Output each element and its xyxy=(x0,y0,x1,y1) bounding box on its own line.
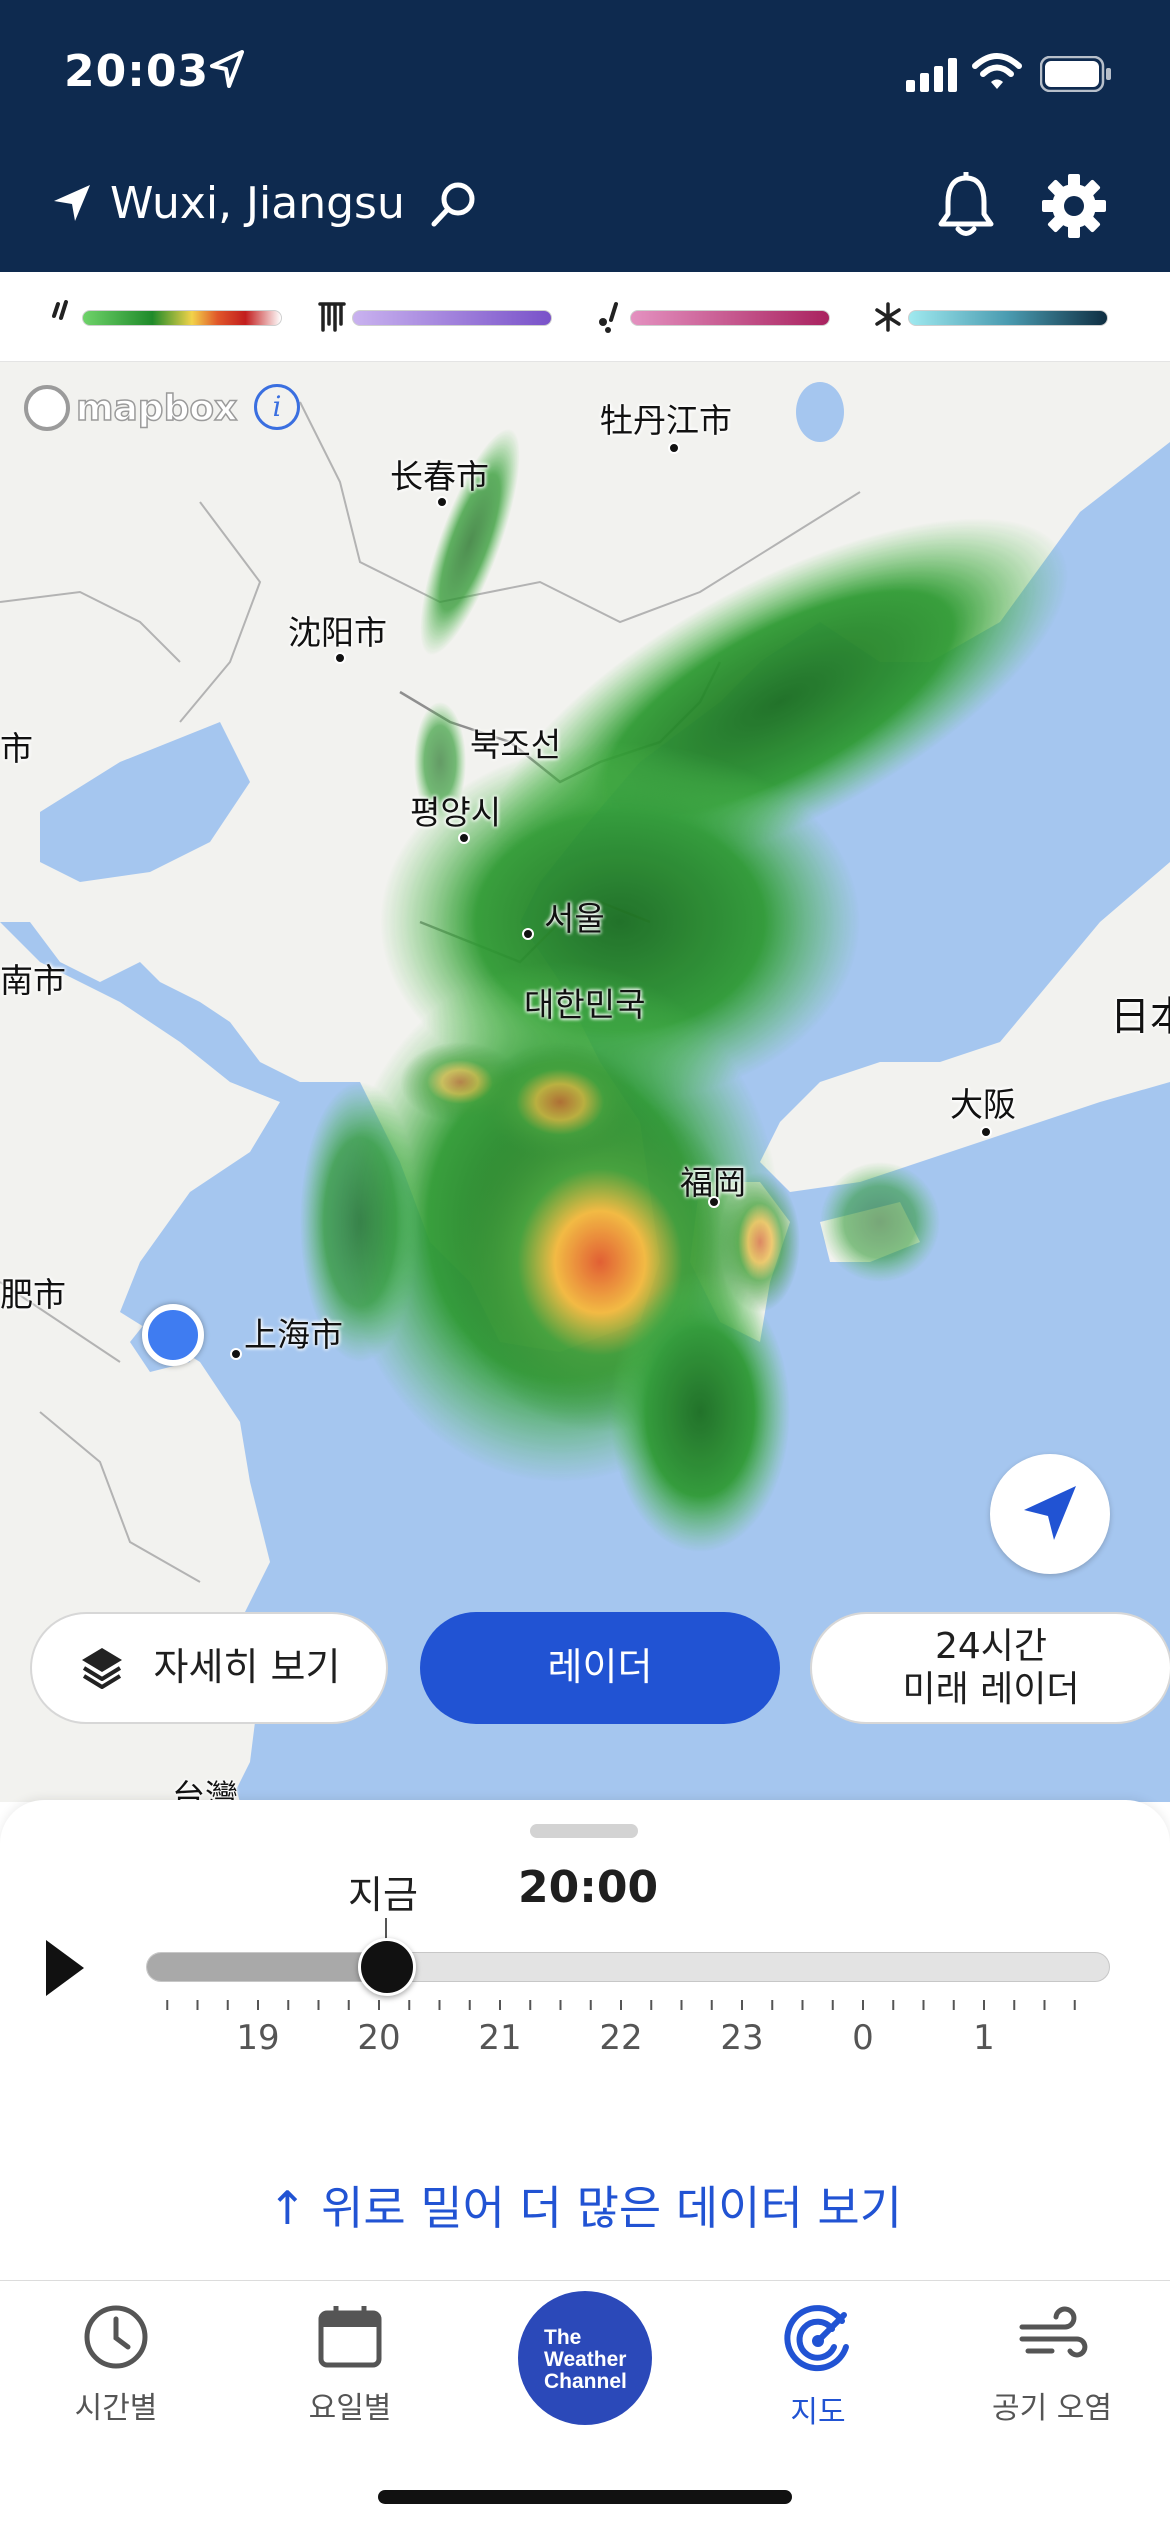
city-dot xyxy=(334,652,346,664)
radar-button-label: 레이더 xyxy=(547,1645,653,1690)
timeline-hour-label: 1 xyxy=(973,2018,995,2058)
navigation-arrow-icon xyxy=(1024,1486,1076,1540)
future-radar-label-line1: 24시간 xyxy=(934,1625,1048,1667)
radar-button[interactable]: 레이더 xyxy=(420,1612,780,1724)
map-label-mudanjiang: 牡丹江市 xyxy=(600,401,732,440)
details-button[interactable]: 자세히 보기 xyxy=(30,1612,388,1724)
map-label-taiwan: 台灣 xyxy=(172,1777,238,1802)
city-dot xyxy=(230,1348,242,1360)
tab-daily-label: 요일별 xyxy=(308,2391,392,2426)
notifications-bell-icon[interactable] xyxy=(936,172,996,238)
timeline-slider-thumb[interactable] xyxy=(358,1938,416,1996)
tab-air-quality[interactable]: 공기 오염 xyxy=(962,2303,1142,2427)
radar-map[interactable]: mapbox i 牡丹江市 长春市 沈阳市 市 북조선 평양시 서울 南市 대한… xyxy=(0,362,1170,1802)
map-label-pyongyang: 평양시 xyxy=(410,793,502,832)
wifi-icon xyxy=(972,53,1022,89)
future-radar-label-line2: 미래 레이더 xyxy=(902,1669,1080,1710)
now-label: 지금 xyxy=(348,1873,418,1917)
tab-air-quality-label: 공기 오염 xyxy=(992,2391,1112,2426)
tab-map[interactable]: 지도 xyxy=(728,2303,908,2431)
sleet-gradient-bar xyxy=(630,310,830,326)
map-label-south-korea: 대한민국 xyxy=(524,985,646,1024)
rain-gradient-bar xyxy=(82,310,282,326)
map-label-north-korea: 북조선 xyxy=(470,725,562,764)
map-label-hefei: 肥市 xyxy=(0,1275,66,1314)
timeline-ticks xyxy=(166,2000,1076,2010)
play-icon[interactable] xyxy=(44,1938,86,1998)
snow-icon xyxy=(875,302,901,332)
map-label-changchun: 长春市 xyxy=(390,457,489,496)
sheet-drag-handle[interactable] xyxy=(530,1824,638,1838)
city-dot xyxy=(668,442,680,454)
tab-daily[interactable]: 요일별 xyxy=(260,2303,440,2427)
timeline-hour-label: 0 xyxy=(852,2018,874,2058)
logo-line-3: Channel xyxy=(544,2370,627,2393)
snow-gradient-bar xyxy=(908,310,1108,326)
mapbox-logo-mark xyxy=(24,385,70,431)
mapbox-logo[interactable]: mapbox xyxy=(24,382,238,434)
city-dot xyxy=(708,1196,720,1208)
map-info-icon[interactable]: i xyxy=(254,384,300,430)
map-label-tianjin: 市 xyxy=(0,729,33,768)
current-location-dot xyxy=(142,1304,204,1366)
map-label-osaka: 大阪 xyxy=(950,1085,1016,1124)
battery-icon xyxy=(1040,56,1111,92)
settings-gear-icon[interactable] xyxy=(1042,174,1106,238)
sleet-icon xyxy=(599,302,618,333)
city-dot xyxy=(458,832,470,844)
timeline-hour-label: 20 xyxy=(357,2018,401,2058)
top-header: 20:03 Wuxi, Jiangsu xyxy=(0,0,1170,272)
clock-icon xyxy=(84,2305,148,2369)
weather-channel-logo[interactable]: The Weather Channel xyxy=(518,2291,652,2425)
timeline-sheet: 지금 20:00 19 20 21 22 23 0 1 ↑ 위로 밀어 더 많은 데이터 보… xyxy=(0,1800,1170,2280)
wind-icon xyxy=(1019,2306,1088,2358)
tab-map-label: 지도 xyxy=(790,2395,846,2430)
swipe-up-more-data-link[interactable]: ↑ 위로 밀어 더 많은 데이터 보기 xyxy=(0,2172,1170,2238)
hail-gradient-bar xyxy=(352,310,552,326)
map-label-shanghai: 上海市 xyxy=(244,1315,343,1354)
map-label-shenyang: 沈阳市 xyxy=(288,613,387,652)
map-label-seoul: 서울 xyxy=(544,899,605,938)
timeline-hour-label: 19 xyxy=(236,2018,280,2058)
city-dot xyxy=(436,496,448,508)
location-name[interactable]: Wuxi, Jiangsu xyxy=(110,178,405,229)
city-dot xyxy=(980,1126,992,1138)
future-radar-button[interactable]: 24시간 미래 레이더 xyxy=(810,1612,1170,1724)
precipitation-legend xyxy=(0,272,1170,362)
tab-hourly-label: 시간별 xyxy=(74,2391,158,2426)
home-indicator[interactable] xyxy=(378,2490,792,2504)
timeline-hour-label: 23 xyxy=(720,2018,764,2058)
timeline-hour-label: 21 xyxy=(478,2018,522,2058)
tab-hourly[interactable]: 시간별 xyxy=(26,2303,206,2427)
search-icon[interactable] xyxy=(430,180,478,228)
radar-icon xyxy=(784,2305,849,2372)
map-label-japan: 日本 xyxy=(1110,994,1170,1040)
rain-icon xyxy=(52,300,68,320)
location-services-icon xyxy=(210,50,244,88)
current-time: 20:00 xyxy=(518,1862,659,1913)
location-arrow-icon[interactable] xyxy=(52,183,92,223)
timeline-slider-track[interactable] xyxy=(146,1952,1110,1982)
details-button-label: 자세히 보기 xyxy=(153,1645,341,1690)
calendar-icon xyxy=(318,2306,382,2368)
timeline-hour-label: 22 xyxy=(599,2018,643,2058)
recenter-button[interactable] xyxy=(990,1454,1110,1574)
logo-line-2: Weather xyxy=(544,2348,627,2371)
mapbox-logo-text: mapbox xyxy=(75,387,238,430)
timeline-slider-progress xyxy=(147,1953,388,1981)
map-label-jinan: 南市 xyxy=(0,961,66,1000)
logo-line-1: The xyxy=(544,2326,582,2349)
status-time: 20:03 xyxy=(64,46,210,97)
layers-icon xyxy=(81,1648,122,1689)
hail-icon xyxy=(318,302,346,332)
cellular-signal-icon xyxy=(906,58,957,92)
city-dot xyxy=(522,928,534,940)
now-marker xyxy=(385,1918,387,1940)
